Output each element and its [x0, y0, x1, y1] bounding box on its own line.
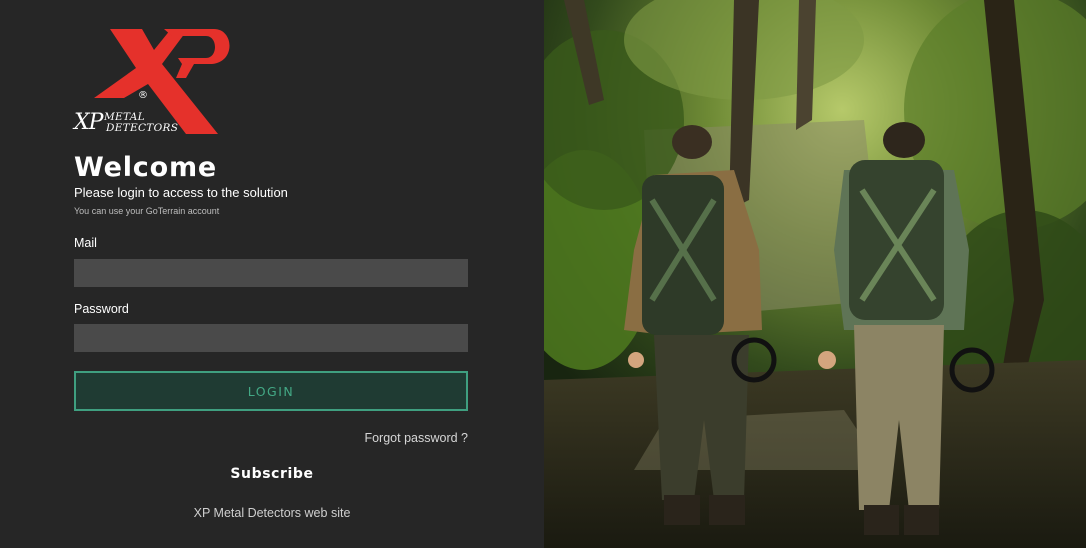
hero-photo: [544, 0, 1086, 548]
password-field[interactable]: [74, 324, 468, 352]
registered-mark: ®: [138, 90, 148, 101]
account-hint: You can use your GoTerrain account: [74, 206, 220, 216]
login-button[interactable]: LOGIN: [74, 371, 468, 411]
forest-hikers-photo-icon: [544, 0, 1086, 548]
page-title: Welcome: [74, 152, 217, 183]
login-subtitle: Please login to access to the solution: [74, 185, 288, 200]
login-panel: ® XP METAL DETECTORS Welcome Please logi…: [0, 0, 544, 548]
subscribe-link[interactable]: Subscribe: [0, 466, 544, 482]
mail-field[interactable]: [74, 259, 468, 287]
forgot-password-link[interactable]: Forgot password ?: [364, 431, 468, 445]
logo-subtext: METAL DETECTORS: [104, 112, 178, 134]
xp-logo: ® XP METAL DETECTORS: [72, 26, 232, 138]
logo-line-detectors: DETECTORS: [106, 122, 179, 134]
logo-xp-text: XP: [74, 110, 103, 135]
mail-label: Mail: [74, 236, 97, 250]
website-link[interactable]: XP Metal Detectors web site: [0, 506, 544, 520]
password-label: Password: [74, 302, 129, 316]
